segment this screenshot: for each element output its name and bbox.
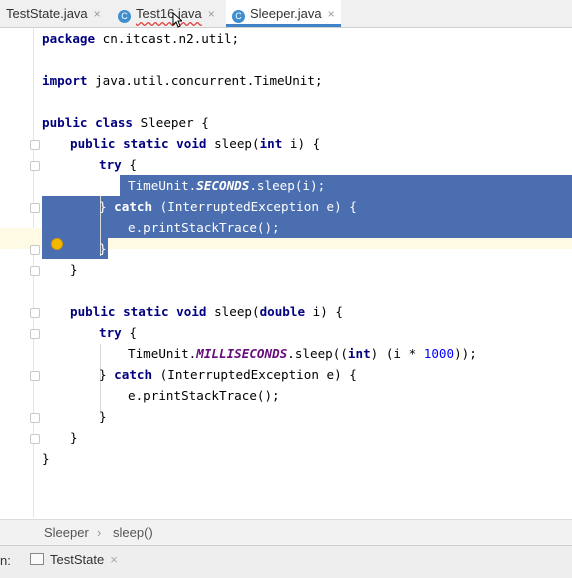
tab-label: Sleeper.java [250,6,322,21]
code-line: TimeUnit.SECONDS.sleep(i); [128,178,326,193]
code-line: public class Sleeper { [42,115,209,130]
close-icon[interactable]: × [328,7,335,21]
code-line: public static void sleep(int i) { [70,136,321,151]
fold-marker-icon[interactable] [30,266,40,276]
code-line: e.printStackTrace(); [128,220,280,235]
fold-marker-icon[interactable] [30,434,40,444]
breadcrumb-class[interactable]: Sleeper [44,520,89,545]
run-tab-teststate[interactable]: TestState × [30,550,118,570]
code-line: try { [99,325,137,340]
mouse-cursor-icon [172,12,182,28]
console-icon [30,553,44,565]
close-icon[interactable]: × [110,552,118,567]
fold-marker-icon[interactable] [30,413,40,423]
lightbulb-icon[interactable] [51,238,63,250]
run-label: n: [0,553,11,568]
java-class-icon: C [232,10,245,23]
code-line: } [70,262,78,277]
breadcrumb-separator: › [97,525,102,540]
run-tab-label: TestState [50,552,105,567]
fold-marker-icon[interactable] [30,203,40,213]
fold-marker-icon[interactable] [30,161,40,171]
tab-sleeper[interactable]: C Sleeper.java × [226,0,341,27]
code-line: import java.util.concurrent.TimeUnit; [42,73,323,88]
fold-marker-icon[interactable] [30,371,40,381]
breadcrumb-method[interactable]: sleep() [113,520,153,545]
code-line: } catch (InterruptedException e) { [99,367,357,382]
java-class-icon: C [118,10,131,23]
code-line: try { [99,157,137,172]
code-line: } [70,430,78,445]
code-line: } catch (InterruptedException e) { [99,199,357,214]
code-line: TimeUnit.MILLISECONDS.sleep((int) (i * 1… [128,346,477,361]
tab-label: Test16.java [136,6,202,21]
fold-marker-icon[interactable] [30,308,40,318]
fold-marker-icon[interactable] [30,245,40,255]
code-line: public static void sleep(double i) { [70,304,343,319]
code-line: } [42,451,50,466]
breadcrumb: Sleeper › sleep() [0,519,572,545]
fold-marker-icon[interactable] [30,329,40,339]
code-line: e.printStackTrace(); [128,388,280,403]
run-tool-window-bar: n: TestState × [0,545,572,578]
close-icon[interactable]: × [208,7,215,21]
fold-marker-icon[interactable] [30,140,40,150]
close-icon[interactable]: × [94,7,101,21]
code-line: } [99,409,107,424]
editor-tab-bar: TestState.java × C Test16.java × C Sleeper.j… [0,0,572,28]
editor-gutter[interactable] [0,28,34,518]
tab-label: TestState.java [6,6,88,21]
code-line: package cn.itcast.n2.util; [42,31,240,46]
code-line: } [99,241,107,256]
tab-test16[interactable]: C Test16.java × [118,0,215,27]
tab-teststate[interactable]: TestState.java × [6,0,101,27]
